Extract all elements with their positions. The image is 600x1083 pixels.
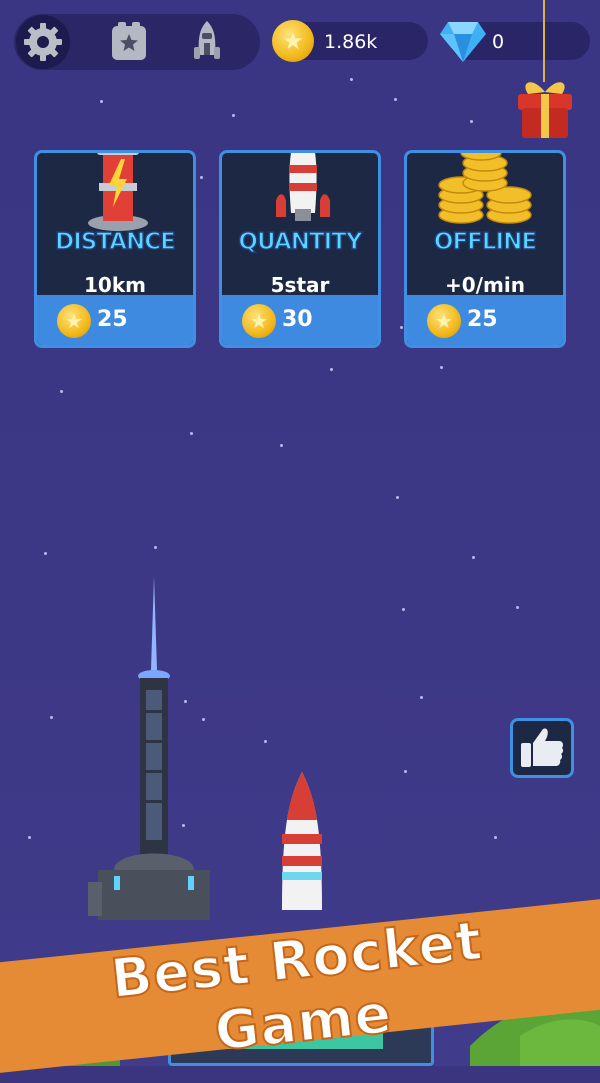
coin-icon [272, 20, 314, 62]
coin-icon [427, 304, 461, 338]
player-rocket [282, 772, 322, 910]
upgrade-card-offline[interactable]: OFFLINE +0/min 25 [404, 150, 566, 348]
coin-icon [242, 304, 276, 338]
card-value: 5star [270, 273, 330, 297]
upgrade-cost-button[interactable]: 25 [37, 295, 193, 345]
thumbs-up-icon [521, 728, 564, 767]
gift-box[interactable] [510, 0, 580, 150]
settings-button[interactable] [16, 15, 70, 69]
upgrade-cost-button[interactable]: 30 [222, 295, 378, 345]
coin-amount: 1.86k [324, 31, 378, 53]
launch-tower [88, 576, 210, 920]
card-value: 10km [84, 273, 146, 297]
like-button[interactable] [510, 718, 574, 778]
upgrade-card-quantity[interactable]: QUANTITY 5star 30 [219, 150, 381, 348]
cost-amount: 30 [282, 307, 313, 332]
coin-icon [57, 304, 91, 338]
gift-icon [518, 82, 572, 138]
missions-button[interactable] [102, 15, 156, 69]
cost-amount: 25 [467, 307, 498, 332]
rocket-icon [194, 21, 220, 59]
card-value: +0/min [445, 273, 525, 297]
battery-tower-icon [88, 153, 148, 231]
coin-stack-icon [438, 153, 532, 224]
rocket-icon [276, 153, 330, 221]
gem-amount: 0 [492, 31, 505, 53]
star-box-icon [112, 22, 146, 60]
card-title: QUANTITY [238, 228, 364, 256]
card-title: OFFLINE [433, 228, 538, 256]
cost-amount: 25 [97, 307, 128, 332]
card-title: DISTANCE [54, 228, 176, 256]
upgrade-card-distance[interactable]: DISTANCE 10km 25 [34, 150, 196, 348]
coin-counter: 1.86k [272, 20, 428, 62]
diamond-icon [440, 22, 486, 62]
gear-icon [24, 23, 62, 61]
upgrade-cost-button[interactable]: 25 [407, 295, 563, 345]
rocket-button[interactable] [180, 15, 234, 69]
